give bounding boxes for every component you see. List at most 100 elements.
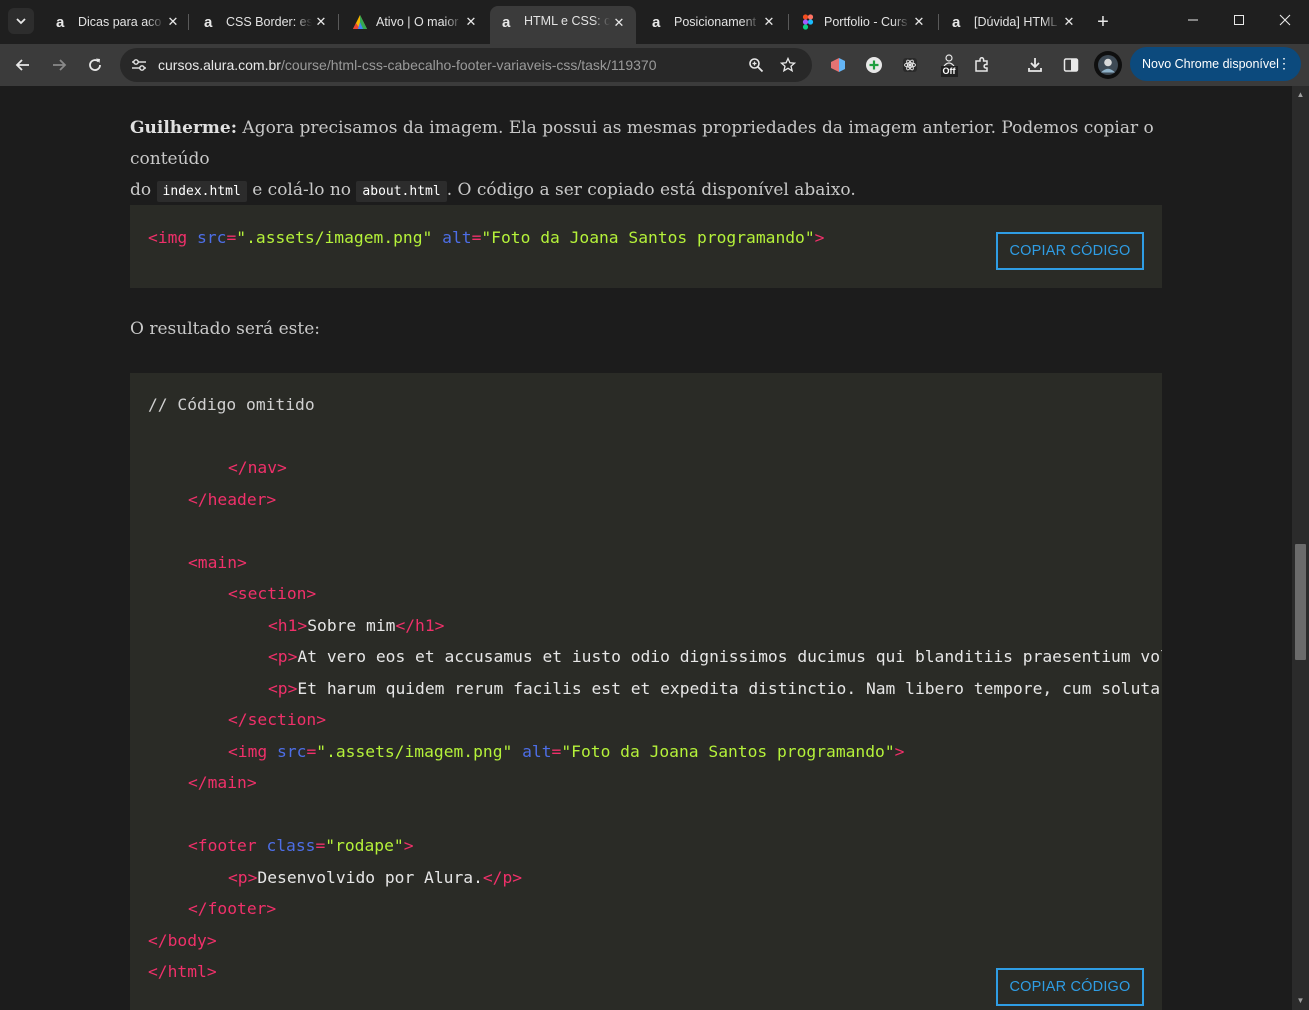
side-panel-icon[interactable] <box>1060 54 1082 76</box>
tab-strip: a Dicas para aco ✕ a CSS Border: est ✕ A… <box>0 0 1309 44</box>
svg-text:a: a <box>652 14 661 30</box>
copy-code-button[interactable]: COPIAR CÓDIGO <box>996 968 1144 1006</box>
close-icon[interactable]: ✕ <box>312 13 330 31</box>
code-line: <p>At vero eos et accusamus et iusto odi… <box>268 647 1162 666</box>
tab-title: Posicionament <box>674 15 756 29</box>
tab-css-border[interactable]: a CSS Border: est ✕ <box>192 6 338 38</box>
plus-icon: + <box>1097 10 1109 33</box>
extension-icon-plus[interactable] <box>863 54 885 76</box>
tab-duvida[interactable]: a [Dúvida] HTML ✕ <box>940 6 1086 38</box>
back-button[interactable] <box>9 51 37 79</box>
minimize-icon <box>1188 19 1198 21</box>
code-line: <main> <box>188 553 247 572</box>
site-info-icon[interactable] <box>128 55 150 75</box>
new-tab-button[interactable]: + <box>1091 10 1115 34</box>
code-block-1: <img src=".assets/imagem.png" alt="Foto … <box>130 205 1162 288</box>
extensions-puzzle-icon[interactable] <box>971 54 993 76</box>
svg-text:a: a <box>952 14 961 30</box>
alura-icon: a <box>202 14 218 30</box>
arrow-right-icon <box>53 59 67 71</box>
close-icon[interactable]: ✕ <box>1060 13 1078 31</box>
update-label: Novo Chrome disponível <box>1142 57 1279 71</box>
extension-icon-dark-reader[interactable] <box>827 54 849 76</box>
url-path: /course/html-css-cabecalho-footer-variav… <box>280 57 657 73</box>
forward-button[interactable] <box>45 51 73 79</box>
code-line: </html> <box>148 962 217 981</box>
code-line: <section> <box>228 584 317 603</box>
tab-separator <box>788 14 789 30</box>
code-block-2: // Código omitido </nav> </header> <main… <box>130 373 1162 1010</box>
maximize-icon <box>1234 15 1244 25</box>
url-host: cursos.alura.com.br <box>158 57 281 73</box>
close-icon[interactable]: ✕ <box>910 13 928 31</box>
svg-text:a: a <box>56 14 65 30</box>
scroll-down-arrow-icon[interactable]: ▼ <box>1296 996 1305 1005</box>
extension-icon-react[interactable] <box>899 54 921 76</box>
address-bar[interactable]: cursos.alura.com.br/course/html-css-cabe… <box>120 48 812 82</box>
bookmark-star-icon[interactable] <box>778 55 798 75</box>
maximize-button[interactable] <box>1216 0 1262 40</box>
close-icon <box>1279 14 1291 26</box>
code-line: <img src=".assets/imagem.png" alt="Foto … <box>148 228 825 247</box>
copy-code-button[interactable]: COPIAR CÓDIGO <box>996 232 1144 270</box>
code-line: <h1>Sobre mim</h1> <box>268 616 445 635</box>
url-text[interactable]: cursos.alura.com.br/course/html-css-cabe… <box>158 57 657 73</box>
code-comment: // Código omitido <box>148 395 315 414</box>
zoom-icon[interactable] <box>746 55 766 75</box>
scrollbar[interactable]: ▲ ▼ <box>1292 86 1309 1010</box>
tab-title: Ativo | O maior <box>376 15 459 29</box>
extension-icon-off[interactable]: Off <box>938 50 960 80</box>
intro-text-1: Agora precisamos da imagem. Ela possui a… <box>130 118 1154 169</box>
close-icon[interactable]: ✕ <box>462 13 480 31</box>
tab-separator <box>938 14 939 30</box>
alura-icon: a <box>650 14 666 30</box>
reload-icon <box>89 58 101 71</box>
code-line: </footer> <box>188 899 277 918</box>
inline-code-index: index.html <box>156 181 247 202</box>
code-line: <p>Desenvolvido por Alura.</p> <box>228 868 523 887</box>
chevron-down-icon <box>16 18 26 25</box>
tab-dicas[interactable]: a Dicas para aco ✕ <box>44 6 190 38</box>
tab-search-button[interactable] <box>8 8 34 34</box>
scrollbar-thumb[interactable] <box>1295 544 1306 660</box>
speaker-name: Guilherme: <box>130 118 238 138</box>
profile-avatar-icon <box>1098 55 1118 75</box>
person-icon <box>943 53 955 66</box>
code-line: </body> <box>148 931 217 950</box>
code-line: <p>Et harum quidem rerum facilis est et … <box>268 679 1161 698</box>
alura-icon: a <box>54 14 70 30</box>
inline-code-about: about.html <box>356 181 447 202</box>
arrow-left-icon <box>15 59 29 71</box>
colorful-triangle-icon <box>352 14 368 30</box>
avatar[interactable] <box>1094 51 1122 79</box>
chrome-update-button[interactable]: Novo Chrome disponível ⋮ <box>1130 47 1301 81</box>
tab-title: Portfolio - Curs <box>824 15 908 29</box>
tab-title: Dicas para aco <box>78 15 162 29</box>
alura-icon: a <box>500 14 516 30</box>
tab-ativo[interactable]: Ativo | O maior ✕ <box>342 6 488 38</box>
minimize-button[interactable] <box>1170 0 1216 40</box>
figma-icon <box>800 14 816 30</box>
more-vert-icon[interactable]: ⋮ <box>1277 55 1291 72</box>
tab-html-css[interactable]: a HTML e CSS: ca ✕ <box>490 6 636 44</box>
browser-toolbar: cursos.alura.com.br/course/html-css-cabe… <box>0 44 1309 86</box>
download-icon[interactable] <box>1024 54 1046 76</box>
result-label: O resultado será este: <box>130 319 320 339</box>
tab-posicionamento[interactable]: a Posicionament ✕ <box>640 6 786 38</box>
tab-separator <box>338 14 339 30</box>
code-line: </header> <box>188 490 277 509</box>
tab-portfolio[interactable]: Portfolio - Curs ✕ <box>790 6 936 38</box>
tab-separator <box>188 14 189 30</box>
tab-title: [Dúvida] HTML <box>974 15 1058 29</box>
close-icon[interactable]: ✕ <box>610 14 628 32</box>
close-icon[interactable]: ✕ <box>760 13 778 31</box>
scroll-up-arrow-icon[interactable]: ▲ <box>1296 90 1305 99</box>
reload-button[interactable] <box>81 51 109 79</box>
intro-text-3: e colá-lo no <box>246 180 357 200</box>
code-line: <img src=".assets/imagem.png" alt="Foto … <box>228 742 905 761</box>
tab-title: CSS Border: est <box>226 15 312 29</box>
close-icon[interactable]: ✕ <box>164 13 182 31</box>
intro-text-4: . O código a ser copiado está disponível… <box>446 180 856 200</box>
code-line: </nav> <box>228 458 287 477</box>
close-window-button[interactable] <box>1262 0 1308 40</box>
